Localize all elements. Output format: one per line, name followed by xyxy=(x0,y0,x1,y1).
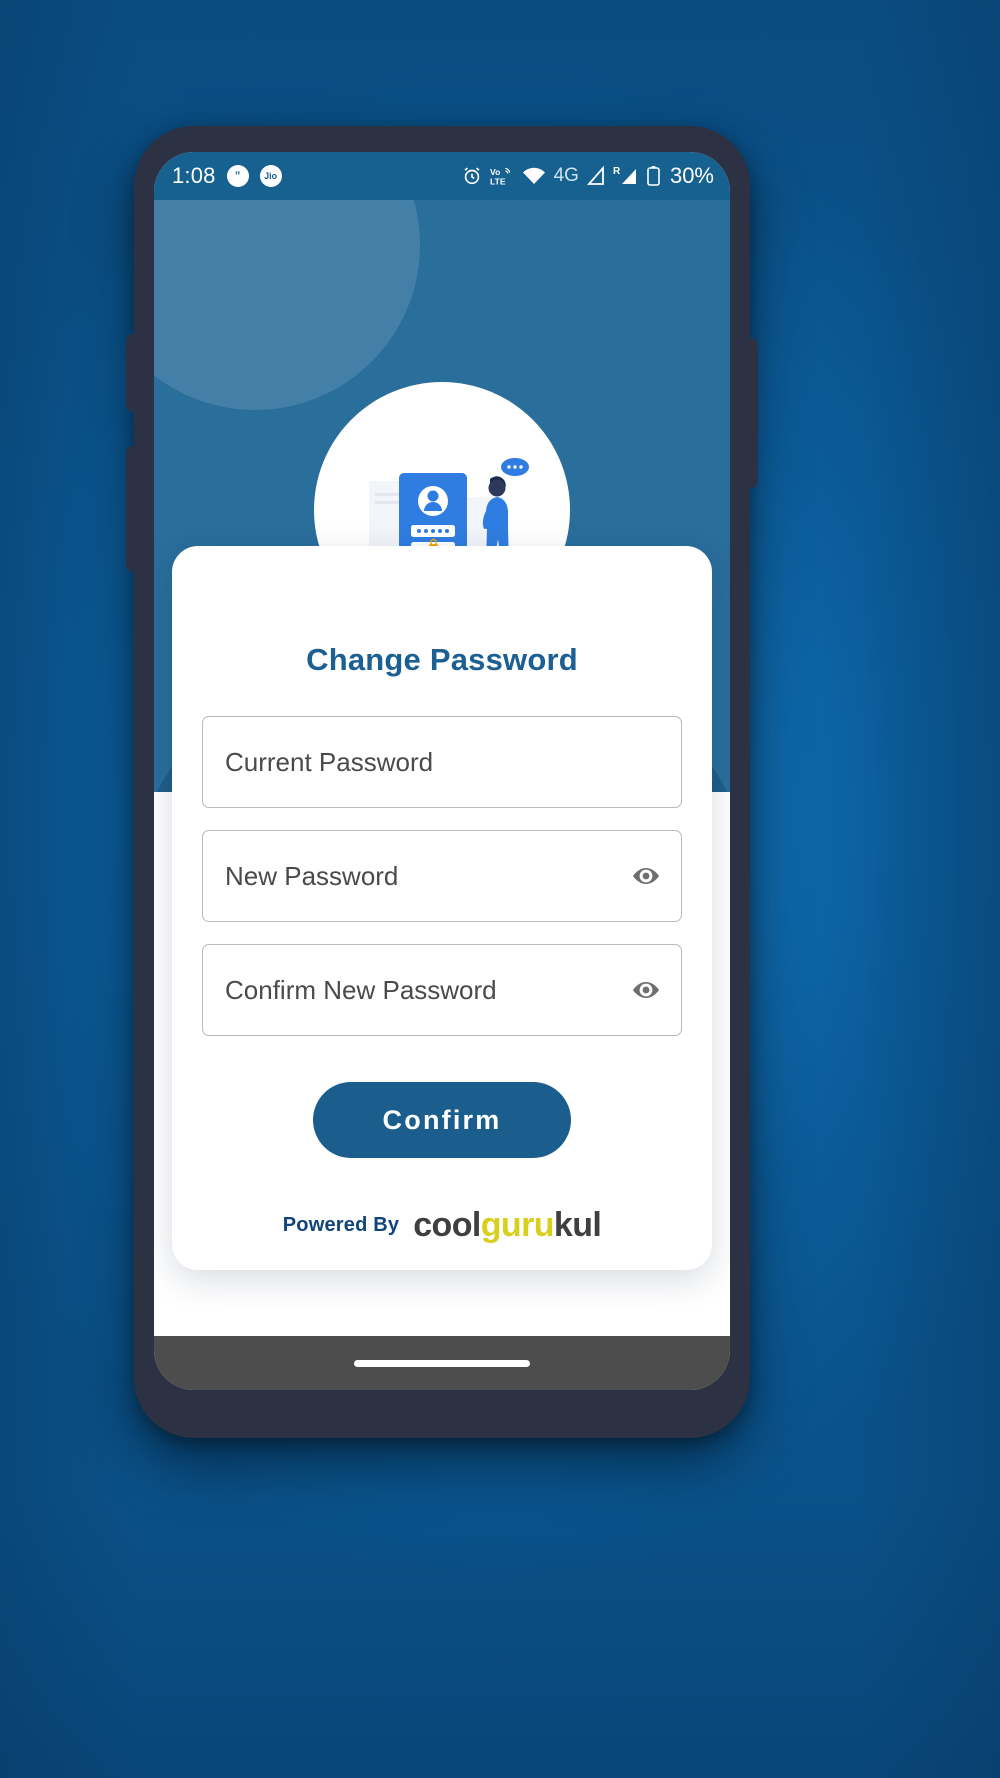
battery-icon xyxy=(646,165,661,187)
power-button[interactable] xyxy=(126,334,140,412)
status-bar-right: Vo LTE 4G R 30% xyxy=(461,163,714,189)
change-password-card: Change Password Current Password New Pas… xyxy=(172,546,712,1270)
logo-part-guru: guru xyxy=(480,1206,555,1244)
powered-by-footer: Powered By coolgurukul xyxy=(202,1208,682,1242)
wifi-icon xyxy=(521,166,547,186)
roaming-signal-icon: R xyxy=(613,165,639,187)
current-password-placeholder: Current Password xyxy=(225,746,434,777)
confirm-new-password-placeholder: Confirm New Password xyxy=(225,974,497,1005)
svg-text:LTE: LTE xyxy=(490,177,506,187)
hero-decorative-circle xyxy=(154,200,420,410)
system-navigation-bar xyxy=(154,1336,730,1390)
wallpaper-backdrop: 1:08 ” Jio Vo LTE 4G R 30% Change Passwo… xyxy=(0,0,1000,1778)
app-content: Change Password Current Password New Pas… xyxy=(154,200,730,1336)
phone-screen: 1:08 ” Jio Vo LTE 4G R 30% Change Passwo… xyxy=(154,152,730,1390)
logo-part-kul: kul xyxy=(553,1206,602,1244)
new-password-field[interactable]: New Password xyxy=(202,830,682,922)
network-4g-icon: 4G xyxy=(553,165,579,186)
status-bar: 1:08 ” Jio Vo LTE 4G R 30% xyxy=(154,152,730,200)
jio-badge-icon: Jio xyxy=(259,165,282,187)
home-gesture-pill[interactable] xyxy=(354,1359,530,1367)
phone-device-frame: 1:08 ” Jio Vo LTE 4G R 30% Change Passwo… xyxy=(126,126,758,1438)
powered-by-label: Powered By xyxy=(282,1213,400,1236)
coolgurukul-logo: coolgurukul xyxy=(413,1206,602,1244)
volte-icon: Vo LTE xyxy=(490,165,514,187)
submit-row: Confirm xyxy=(202,1082,682,1158)
eye-icon[interactable] xyxy=(631,861,661,891)
logo-part-cool: cool xyxy=(413,1206,481,1244)
signal-bars-icon xyxy=(586,165,606,187)
battery-percent-label: 30% xyxy=(669,163,714,188)
eye-icon[interactable] xyxy=(631,975,661,1005)
status-bar-clock: 1:08 xyxy=(172,163,216,188)
volume-button[interactable] xyxy=(126,446,140,572)
confirm-button[interactable]: Confirm xyxy=(313,1082,571,1158)
messaging-badge-icon: ” xyxy=(226,165,249,187)
status-bar-left: 1:08 ” Jio xyxy=(172,163,282,189)
current-password-field[interactable]: Current Password xyxy=(202,716,682,808)
confirm-new-password-field[interactable]: Confirm New Password xyxy=(202,944,682,1036)
alarm-icon xyxy=(461,165,483,187)
svg-text:R: R xyxy=(613,166,621,177)
page-title: Change Password xyxy=(306,642,578,677)
side-button-right[interactable] xyxy=(744,338,758,488)
svg-text:Vo: Vo xyxy=(490,167,500,177)
new-password-placeholder: New Password xyxy=(225,860,399,891)
